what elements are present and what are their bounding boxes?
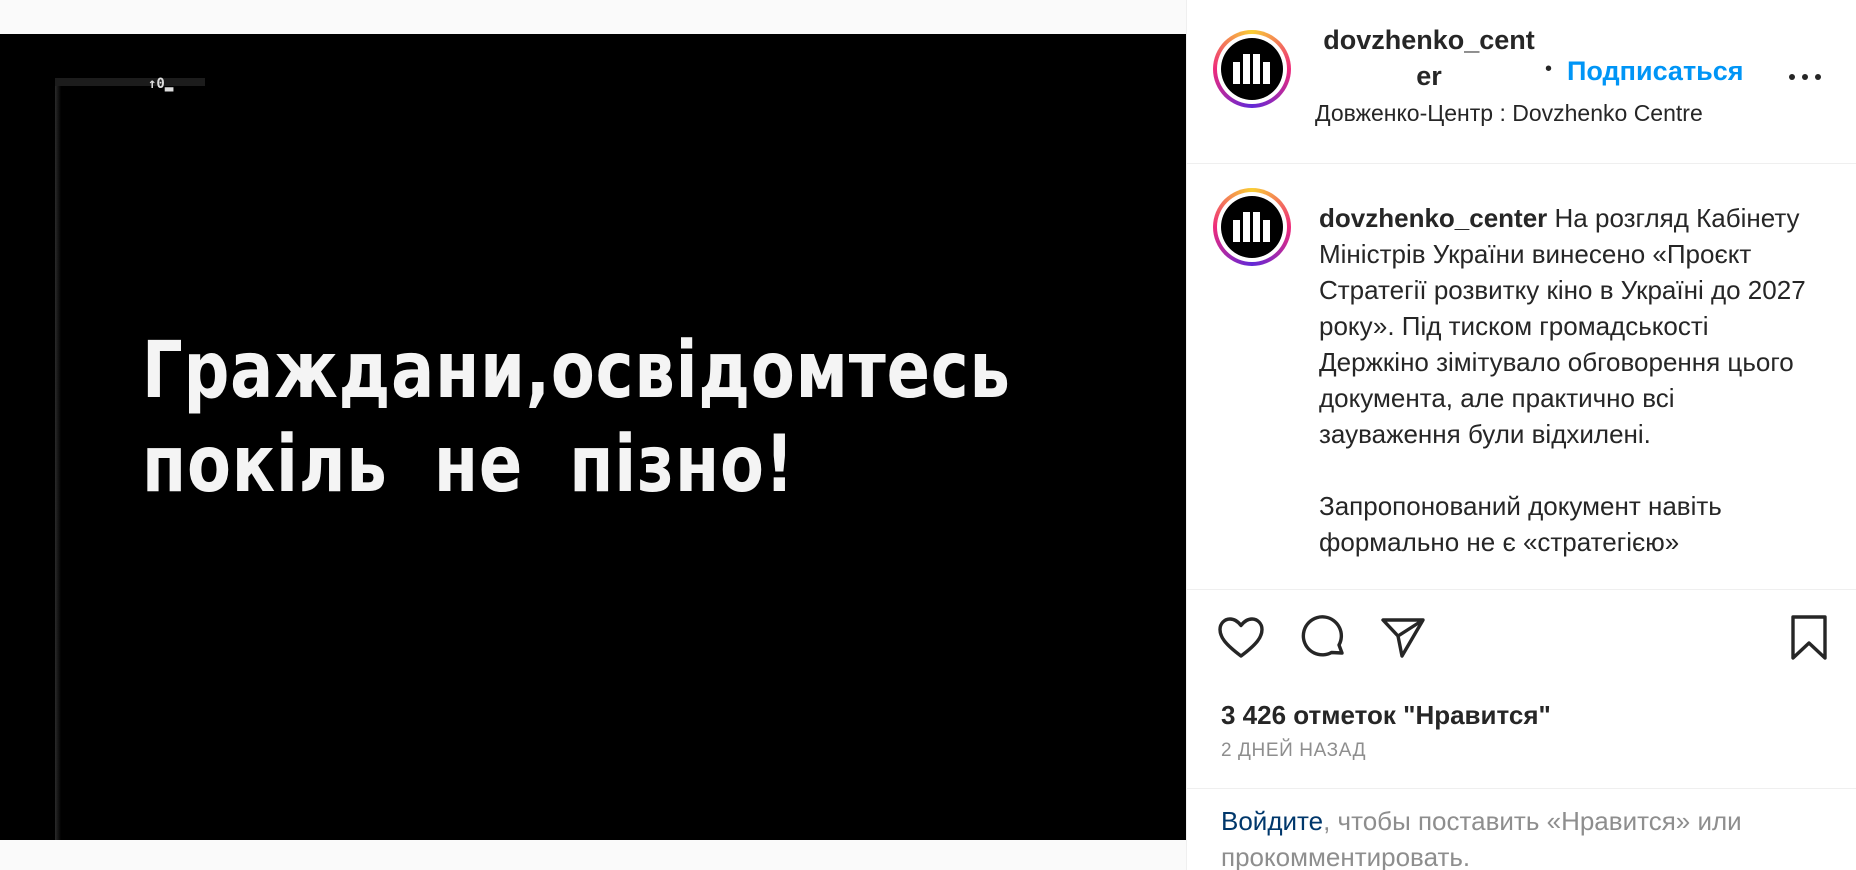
likes-count[interactable]: 3 426 отметок "Нравится" [1221,700,1551,731]
paper-plane-icon[interactable] [1377,612,1429,664]
caption-paragraph-1: На розгляд Кабінету Міністрів України ви… [1319,203,1806,449]
header-username[interactable]: dovzhenko_center [1319,22,1539,94]
media-panel: ↑0▂ Граждани,освідомтесь покіль не пізно… [0,0,1186,870]
caption-username[interactable]: dovzhenko_center [1319,203,1547,233]
caption-paragraph-2: Запропонований документ навіть формально… [1319,491,1722,557]
film-mark: ↑0▂ [148,76,174,92]
login-link[interactable]: Войдите [1221,806,1323,836]
post-header: dovzhenko_center • Подписаться Довженко-… [1187,0,1856,164]
heart-icon[interactable] [1215,612,1267,664]
bookmark-icon[interactable] [1783,612,1835,664]
caption-avatar[interactable] [1213,188,1291,266]
intertitle-line-1: Граждани,освідомтесь [142,326,1011,416]
login-prompt: Войдите, чтобы поставить «Нравится» или … [1187,788,1856,870]
dovzhenko-logo-icon [1221,196,1283,258]
intertitle-line-2: покіль не пізно! [142,420,795,510]
dovzhenko-logo-icon [1221,38,1283,100]
caption-text: dovzhenko_center На розгляд Кабінету Мін… [1319,200,1819,560]
action-bar [1187,612,1856,676]
follow-button[interactable]: Подписаться [1567,56,1744,87]
caption-section: dovzhenko_center На розгляд Кабінету Мін… [1187,164,1856,590]
post-image[interactable]: ↑0▂ Граждани,освідомтесь покіль не пізно… [0,34,1186,840]
location-link[interactable]: Довженко-Центр : Dovzhenko Centre [1315,100,1703,127]
film-corner [55,78,205,86]
avatar[interactable] [1213,30,1291,108]
separator-dot: • [1545,58,1553,80]
post-time[interactable]: 2 ДНЕЙ НАЗАД [1221,740,1366,762]
intertitle-text: Граждани,освідомтесь покіль не пізно! [142,324,1011,512]
film-edge [55,78,61,840]
comment-icon[interactable] [1297,612,1349,664]
more-options-icon[interactable] [1785,56,1825,92]
post-sidebar: dovzhenko_center • Подписаться Довженко-… [1186,0,1856,870]
